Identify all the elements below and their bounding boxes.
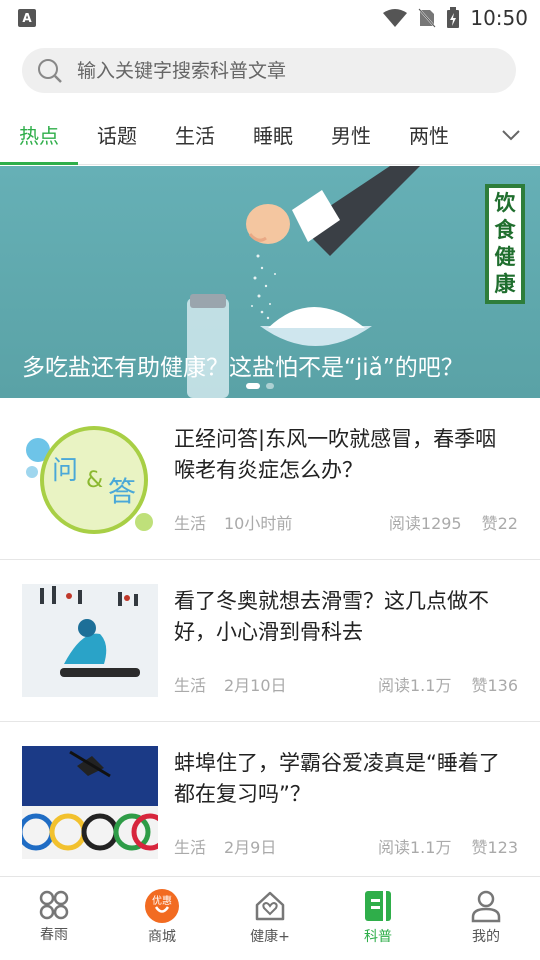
bottom-nav: 春雨 优惠 商城 健康+ 科普 我的 [0, 876, 540, 960]
list-item[interactable]: 问 & 答 正经问答|东风一吹就感冒，春季咽喉老有炎症怎么办？ 生活 10小时前… [0, 398, 540, 560]
banner-sign: 饮食健康 [494, 191, 516, 296]
book-icon [365, 891, 391, 921]
carousel-dot [266, 383, 274, 389]
shop-badge: 优惠 [152, 896, 172, 907]
tab-male[interactable]: 男性 [312, 110, 390, 165]
article-reads: 阅读1.1万 [378, 838, 452, 857]
article-likes: 赞136 [471, 676, 518, 695]
search-bar[interactable] [22, 48, 516, 93]
article-list: 问 & 答 正经问答|东风一吹就感冒，春季咽喉老有炎症怎么办？ 生活 10小时前… [0, 398, 540, 884]
nav-label: 商城 [148, 929, 176, 945]
article-category: 生活 [174, 514, 207, 533]
status-bar: A 10:50 [0, 0, 540, 36]
battery-icon [447, 7, 460, 28]
article-title: 蚌埠住了，学霸谷爱凌真是“睡着了都在复习吗”？ [174, 751, 500, 806]
thumb-text-ask: 问 [52, 456, 79, 486]
article-time: 10小时前 [224, 514, 293, 533]
home-heart-icon [255, 891, 285, 921]
notification-icon: A [18, 9, 36, 27]
thumb-text-answer: 答 [108, 475, 137, 508]
banner-title: 多吃盐还有助健康？这盐怕不是“jiǎ”的吧？ [22, 355, 464, 381]
article-thumbnail: 问 & 答 [22, 422, 158, 535]
nav-label: 科普 [364, 929, 392, 945]
search-input[interactable] [77, 59, 516, 82]
nav-label: 我的 [472, 929, 500, 945]
grid-icon [39, 890, 69, 920]
tab-topics[interactable]: 话题 [78, 110, 156, 165]
nav-shop[interactable]: 优惠 商城 [108, 877, 216, 960]
nav-label: 健康+ [250, 929, 290, 945]
article-likes: 赞22 [481, 514, 518, 533]
article-time: 2月10日 [224, 676, 287, 695]
tab-overflow-fade [474, 120, 494, 150]
tab-hot[interactable]: 热点 [0, 110, 78, 165]
article-title: 正经问答|东风一吹就感冒，春季咽喉老有炎症怎么办？ [174, 427, 497, 482]
article-title: 看了冬奥就想去滑雪？这几点做不好，小心滑到骨科去 [174, 589, 489, 644]
banner-carousel[interactable]: 饮食健康 多吃盐还有助健康？这盐怕不是“jiǎ”的吧？ [0, 166, 540, 398]
article-category: 生活 [174, 838, 207, 857]
article-meta: 生活 2月10日 阅读1.1万 赞136 [174, 672, 518, 696]
article-meta: 生活 2月9日 阅读1.1万 赞123 [174, 834, 518, 858]
article-meta: 生活 10小时前 阅读1295 赞22 [174, 510, 518, 534]
tab-life[interactable]: 生活 [156, 110, 234, 165]
search-icon [38, 58, 62, 83]
thumb-text-and: & [86, 468, 104, 493]
article-category: 生活 [174, 676, 207, 695]
article-likes: 赞123 [471, 838, 518, 857]
no-sim-icon [418, 8, 437, 28]
clock: 10:50 [470, 6, 528, 30]
chevron-down-icon[interactable] [500, 124, 522, 146]
tab-sleep[interactable]: 睡眠 [234, 110, 312, 165]
article-thumbnail [22, 584, 158, 697]
article-time: 2月9日 [224, 838, 277, 857]
carousel-dot-active [246, 383, 260, 389]
nav-me[interactable]: 我的 [432, 877, 540, 960]
nav-label: 春雨 [40, 927, 68, 943]
shop-icon: 优惠 [145, 889, 179, 923]
article-reads: 阅读1.1万 [378, 676, 452, 695]
nav-science[interactable]: 科普 [324, 877, 432, 960]
article-reads: 阅读1295 [388, 514, 462, 533]
list-item[interactable]: 蚌埠住了，学霸谷爱凌真是“睡着了都在复习吗”？ 生活 2月9日 阅读1.1万 赞… [0, 722, 540, 884]
wifi-icon [383, 9, 408, 27]
nav-chunyu[interactable]: 春雨 [0, 877, 108, 960]
nav-health[interactable]: 健康+ [216, 877, 324, 960]
article-thumbnail [22, 746, 158, 859]
list-item[interactable]: 看了冬奥就想去滑雪？这几点做不好，小心滑到骨科去 生活 2月10日 阅读1.1万… [0, 560, 540, 722]
carousel-indicator [246, 383, 274, 389]
category-tabs: 热点 话题 生活 睡眠 男性 两性 [0, 110, 540, 165]
tab-sexes[interactable]: 两性 [390, 110, 468, 165]
user-icon [471, 890, 501, 923]
